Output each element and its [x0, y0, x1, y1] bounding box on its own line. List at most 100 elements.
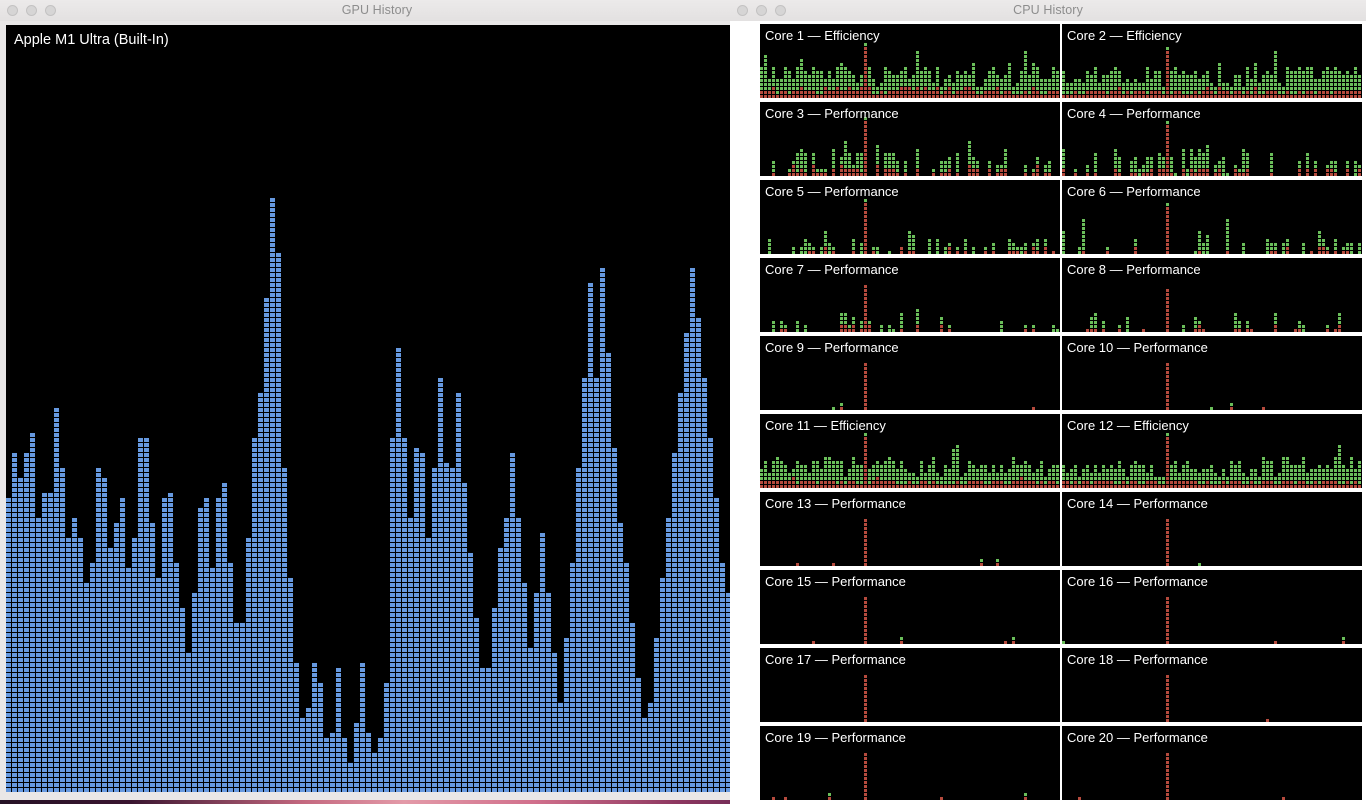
cpu-bar — [896, 468, 899, 488]
cpu-window-title: CPU History — [1013, 3, 1083, 17]
cpu-history-window[interactable]: CPU History Core 1 — Efficiency Core 2 — … — [730, 0, 1366, 804]
cpu-bar — [1170, 156, 1173, 176]
cpu-bar — [996, 164, 999, 176]
cpu-bar — [940, 86, 943, 98]
gpu-bar — [588, 282, 593, 792]
cpu-bar — [1078, 246, 1081, 254]
gpu-bar — [6, 497, 11, 792]
cpu-bar — [1056, 328, 1059, 332]
gpu-bar — [378, 737, 383, 792]
cpu-bar — [788, 70, 791, 98]
cpu-bar — [1322, 468, 1325, 488]
cpu-bar — [1078, 78, 1081, 98]
gpu-bar — [600, 267, 605, 792]
cpu-bar — [992, 464, 995, 488]
gpu-bar — [258, 392, 263, 792]
gpu-bar — [24, 452, 29, 792]
cpu-bar — [1350, 74, 1353, 98]
cpu-bar — [1286, 238, 1289, 254]
cpu-bar — [864, 116, 867, 176]
cpu-bar — [916, 476, 919, 488]
cpu-bar — [1218, 160, 1221, 176]
cpu-bar — [1334, 160, 1337, 176]
cpu-core-label: Core 20 — Performance — [1067, 730, 1208, 745]
gpu-bar — [234, 622, 239, 792]
gpu-bar — [216, 497, 221, 792]
gpu-bar — [246, 537, 251, 792]
cpu-bar — [908, 78, 911, 98]
gpu-bar — [426, 537, 431, 792]
cpu-bar — [784, 66, 787, 98]
gpu-bar — [570, 562, 575, 792]
cpu-bar — [1090, 74, 1093, 98]
cpu-bar — [1186, 168, 1189, 176]
cpu-bar — [836, 66, 839, 98]
gpu-bar — [666, 517, 671, 792]
cpu-bar — [1270, 460, 1273, 488]
cpu-bar — [1122, 468, 1125, 488]
cpu-bar — [1282, 242, 1285, 254]
cpu-bar — [1056, 70, 1059, 98]
cpu-bar — [1024, 324, 1027, 332]
cpu-bar — [1226, 218, 1229, 254]
cpu-bar — [1004, 148, 1007, 176]
cpu-bar — [908, 230, 911, 254]
cpu-bar — [1166, 46, 1169, 98]
cpu-bar — [1082, 468, 1085, 488]
cpu-bar — [860, 242, 863, 254]
cpu-bar — [992, 242, 995, 254]
cpu-bar — [804, 324, 807, 332]
cpu-bar — [848, 152, 851, 176]
cpu-bar — [1162, 156, 1165, 176]
cpu-bar — [1278, 82, 1281, 98]
cpu-bar — [996, 472, 999, 488]
cpu-bar — [860, 152, 863, 176]
gpu-titlebar[interactable]: GPU History — [0, 0, 754, 22]
cpu-bar — [924, 66, 927, 98]
cpu-bar — [944, 464, 947, 488]
gpu-history-window[interactable]: GPU History Apple M1 Ultra (Built-In) — [0, 0, 754, 800]
cpu-bar — [1150, 78, 1153, 98]
gpu-bar — [414, 447, 419, 792]
cpu-bar — [1028, 74, 1031, 98]
cpu-bar — [760, 468, 763, 488]
cpu-bar — [1082, 82, 1085, 98]
cpu-bar — [852, 164, 855, 176]
cpu-titlebar[interactable]: CPU History — [730, 0, 1366, 22]
cpu-bar — [872, 78, 875, 98]
cpu-bar — [1254, 62, 1257, 98]
cpu-bar — [1150, 464, 1153, 488]
cpu-bar — [1078, 476, 1081, 488]
gpu-bar — [228, 562, 233, 792]
cpu-bar — [1246, 152, 1249, 176]
cpu-bar — [840, 402, 843, 410]
cpu-bar — [1032, 242, 1035, 254]
gpu-bar — [366, 732, 371, 792]
gpu-bar — [264, 297, 269, 792]
cpu-bar — [1142, 328, 1145, 332]
gpu-bar — [150, 522, 155, 792]
cpu-bar — [832, 148, 835, 176]
cpu-bar — [1218, 476, 1221, 488]
cpu-bar — [1350, 456, 1353, 488]
cpu-bar — [808, 242, 811, 254]
gpu-bar — [84, 582, 89, 792]
cpu-bar — [760, 66, 763, 98]
cpu-bar — [1238, 460, 1241, 488]
cpu-bar — [1190, 74, 1193, 98]
cpu-bar — [1334, 238, 1337, 254]
cpu-bar — [1258, 82, 1261, 98]
cpu-bar — [1094, 312, 1097, 332]
gpu-bar — [168, 492, 173, 792]
cpu-bar — [904, 66, 907, 98]
cpu-bar — [984, 78, 987, 98]
cpu-bar — [1238, 320, 1241, 332]
cpu-bar — [904, 468, 907, 488]
cpu-bar — [884, 460, 887, 488]
cpu-bar — [1062, 148, 1065, 176]
cpu-bar — [844, 66, 847, 98]
cpu-bar — [1126, 78, 1129, 98]
gpu-bar — [162, 497, 167, 792]
cpu-bar — [852, 316, 855, 332]
cpu-bar — [1230, 402, 1233, 410]
